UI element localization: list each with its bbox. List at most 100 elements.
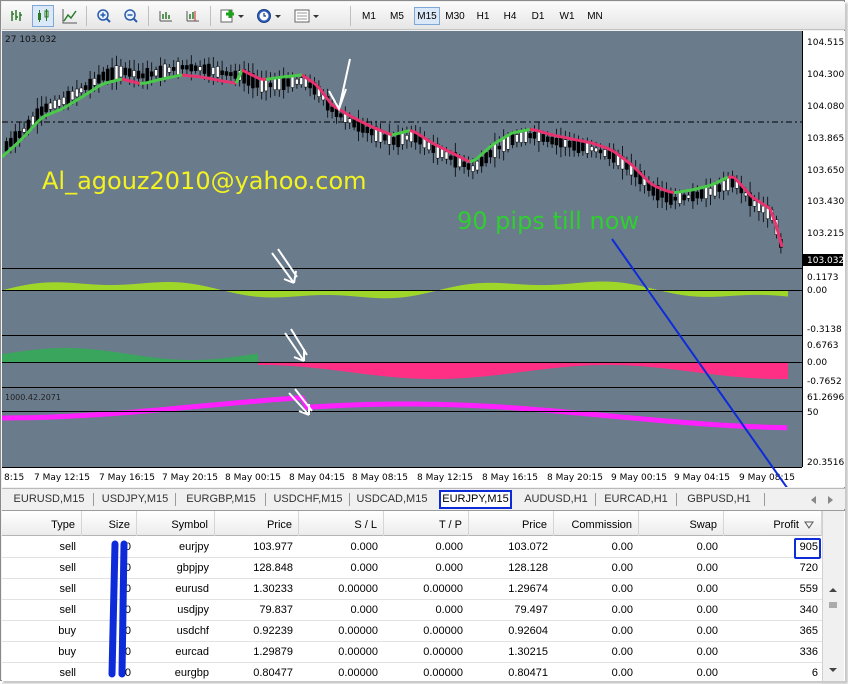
osc2-bar (768, 362, 770, 379)
osc1-bar (84, 283, 86, 290)
col-current-price[interactable]: Price (469, 511, 554, 536)
col-tp[interactable]: T / P (384, 511, 469, 536)
tab-eurusd-m15[interactable]: EURUSD,M15 (6, 491, 92, 508)
osc2-bar (424, 362, 426, 379)
tab-audusd-h1[interactable]: AUDUSD,H1 (519, 491, 593, 508)
col-symbol[interactable]: Symbol (137, 511, 215, 536)
tab-scroll-right-icon[interactable] (824, 494, 836, 506)
profit-highlight-box (794, 538, 821, 559)
osc2-bar (174, 359, 176, 362)
scroll-thumb[interactable] (827, 599, 839, 611)
timeframe-m1[interactable]: M1 (358, 7, 380, 25)
osc2-bar (484, 362, 486, 377)
candle (105, 68, 110, 82)
osc1-bar (26, 284, 28, 290)
tab-scroll-left-icon[interactable] (808, 494, 820, 506)
osc2-bar (714, 362, 716, 375)
osc2-bar (716, 362, 718, 375)
timeframe-h4[interactable]: H4 (499, 7, 521, 25)
timeframe-m15[interactable]: M15 (414, 7, 440, 25)
col-swap[interactable]: Swap (639, 511, 724, 536)
candle (185, 65, 189, 70)
chart-shift-icon[interactable] (182, 5, 204, 27)
osc1-bar (546, 285, 548, 290)
osc1-bar (528, 284, 530, 290)
col-type[interactable]: Type (2, 511, 82, 536)
osc1-bar (130, 284, 132, 290)
osc-scales: 0.1173 0.00 -0.3138 0.6763 0.00 -0.7652 … (807, 273, 844, 468)
candle (101, 71, 106, 81)
tab-usdchf-m15[interactable]: USDCHF,M15 (268, 491, 348, 508)
indicators-icon[interactable] (218, 5, 246, 27)
tab-usdjpy-m15[interactable]: USDJPY,M15 (96, 491, 174, 508)
osc2-bar (388, 362, 390, 377)
osc2-bar (128, 354, 130, 362)
scroll-up-icon[interactable] (827, 585, 839, 595)
col-open-price[interactable]: Price (215, 511, 299, 536)
candle (713, 184, 717, 197)
osc1-bar (442, 289, 444, 290)
osc1-bar (632, 284, 634, 290)
table-scrollbar[interactable] (822, 511, 844, 681)
cell-profit: 340 (799, 604, 818, 616)
osc2-bar (116, 352, 118, 362)
tab-eurjpy-m15[interactable]: EURJPY,M15 (439, 490, 512, 509)
osc1-bar (390, 290, 392, 299)
osc1-bar (388, 290, 390, 299)
line-chart-icon[interactable] (59, 5, 81, 27)
zoom-out-icon[interactable] (120, 5, 142, 27)
time-tick: 8 May 16:15 (482, 473, 538, 483)
osc1-bar (178, 282, 180, 290)
osc1-bar (272, 290, 274, 298)
osc1-bar (260, 290, 262, 298)
timeframe-w1[interactable]: W1 (556, 7, 578, 25)
osc2-bar (94, 349, 96, 362)
chart-canvas[interactable]: 27 103.032 1000.42.2071 104.515 104.300 … (2, 31, 845, 487)
col-size[interactable]: Size (82, 511, 137, 536)
osc2-bar (20, 351, 22, 362)
col-sl[interactable]: S / L (299, 511, 384, 536)
candle (9, 137, 13, 147)
timeframe-h1[interactable]: H1 (472, 7, 494, 25)
osc1-bar (98, 284, 100, 290)
timeframe-d1[interactable]: D1 (527, 7, 549, 25)
tab-eurgbp-m15[interactable]: EURGBP,M15 (178, 491, 264, 508)
tab-eurcad-h1[interactable]: EURCAD,H1 (598, 491, 674, 508)
cell-type: sell (59, 541, 76, 553)
sort-desc-icon[interactable] (804, 520, 814, 530)
osc2-bar (2, 354, 4, 362)
tab-gbpusd-h1[interactable]: GBPUSD,H1 (679, 491, 759, 508)
auto-scroll-icon[interactable] (155, 5, 177, 27)
candle (651, 185, 656, 196)
timeframe-mn[interactable]: MN (583, 7, 607, 25)
cell-profit: 365 (799, 625, 818, 637)
timeframe-m30[interactable]: M30 (443, 7, 467, 25)
osc1-bar (504, 283, 506, 290)
osc1-bar (444, 288, 446, 290)
osc2-bar (38, 349, 40, 362)
timeframe-m5[interactable]: M5 (386, 7, 408, 25)
chart-window[interactable]: 27 103.032 1000.42.2071 104.515 104.300 … (2, 31, 845, 487)
osc1-bar (282, 290, 284, 298)
ma-segment (193, 74, 201, 79)
templates-icon[interactable] (292, 5, 324, 27)
osc1-bar (198, 284, 200, 290)
zoom-in-icon[interactable] (93, 5, 115, 27)
osc1-bar (88, 284, 90, 290)
periods-clock-icon[interactable] (254, 5, 286, 27)
osc1-bar (110, 285, 112, 290)
osc2-bar (42, 348, 44, 362)
scroll-down-icon[interactable] (827, 665, 839, 675)
osc1-bar (566, 283, 568, 290)
osc1-bar (164, 282, 166, 290)
osc3-tick: 20.3516 (807, 458, 844, 468)
tab-usdcad-m15[interactable]: USDCAD,M15 (352, 491, 432, 508)
candlestick-chart-icon[interactable] (32, 5, 54, 27)
cell-tp: 0.00000 (423, 625, 463, 637)
cell-sl: 0.00000 (338, 583, 378, 595)
cell-swap: 0.00 (696, 562, 718, 574)
osc1-tick: -0.3138 (807, 325, 842, 335)
col-commission[interactable]: Commission (554, 511, 639, 536)
osc2-bar (514, 362, 516, 373)
bar-chart-icon[interactable] (6, 5, 28, 27)
